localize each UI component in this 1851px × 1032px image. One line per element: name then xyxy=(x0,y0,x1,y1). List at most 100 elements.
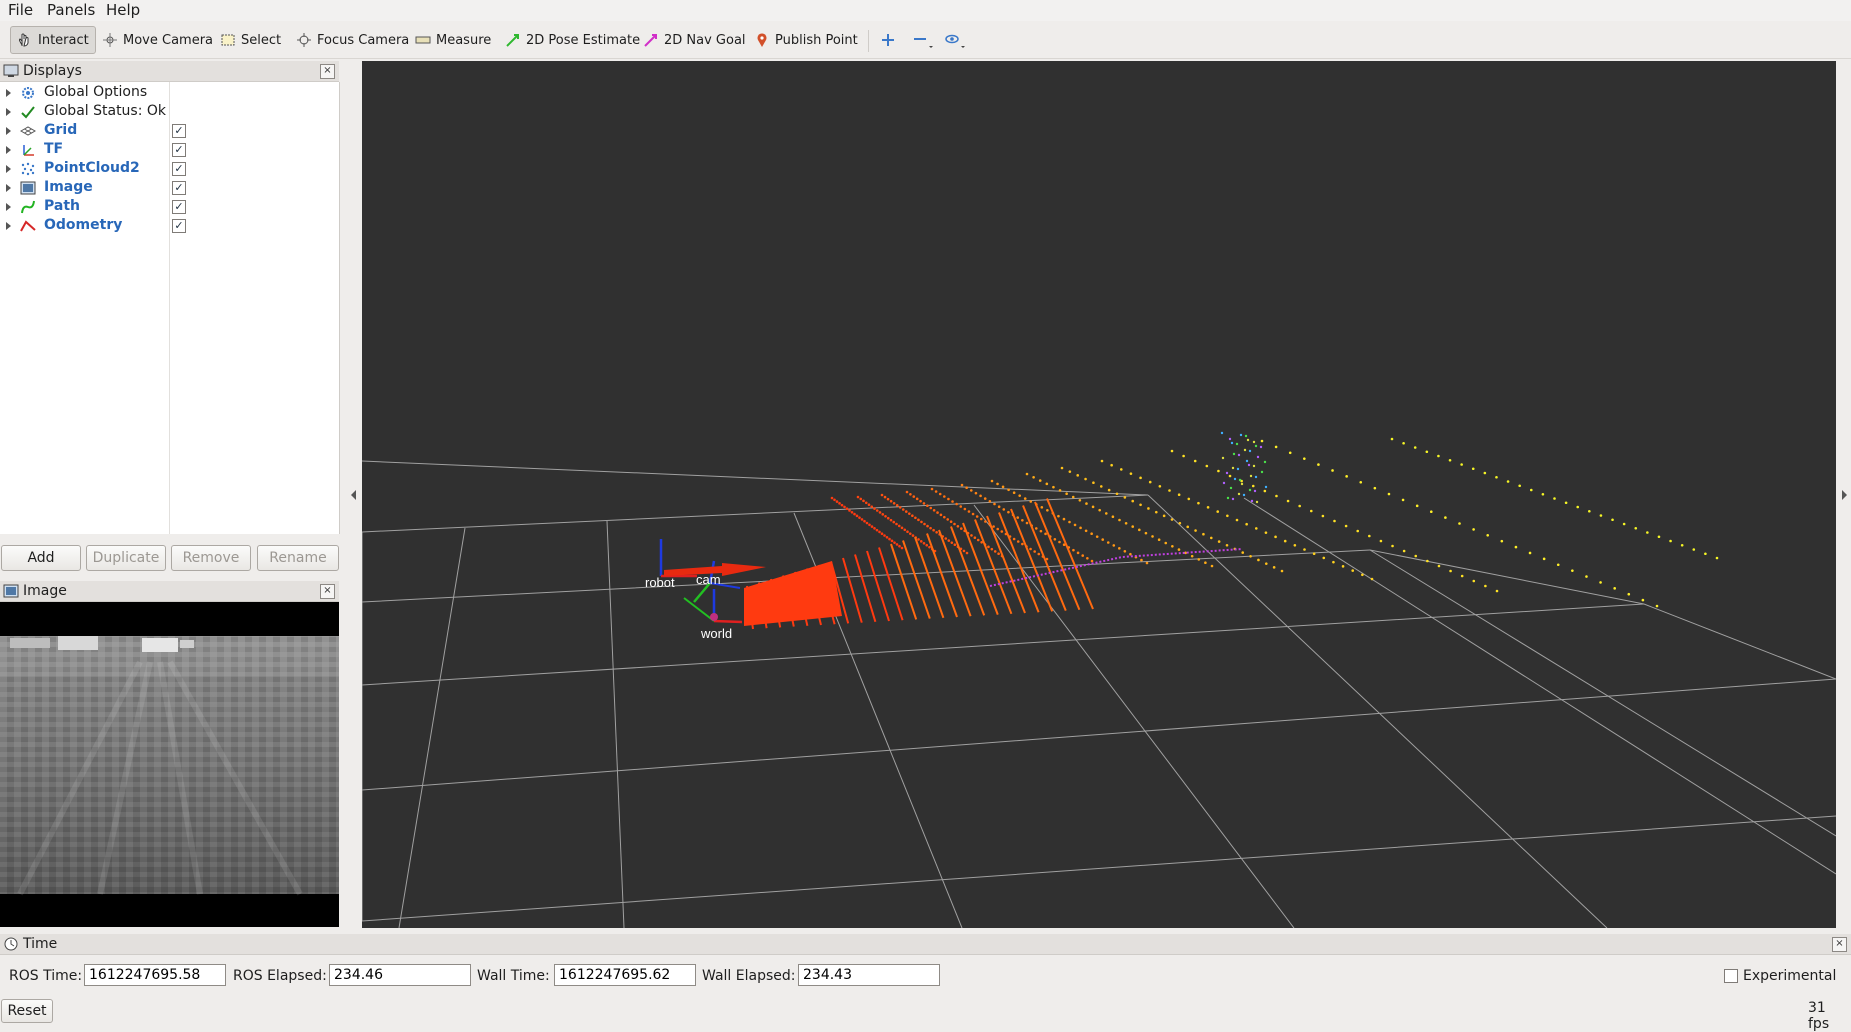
tf-icon xyxy=(23,145,34,156)
expand-arrow-icon[interactable] xyxy=(6,203,11,211)
tree-item-label: TF xyxy=(44,141,64,157)
pointcloud xyxy=(830,431,1719,608)
close-displays-button[interactable]: × xyxy=(320,64,335,79)
path-icon xyxy=(21,200,35,214)
grid-checkbox[interactable]: ✓ xyxy=(172,124,186,138)
tree-item-label: PointCloud2 xyxy=(44,160,140,176)
focus-camera-icon xyxy=(297,33,311,47)
image-checkbox[interactable]: ✓ xyxy=(172,181,186,195)
3d-scene: robot cam world xyxy=(362,431,1836,928)
hand-icon xyxy=(19,33,29,47)
tf-checkbox[interactable]: ✓ xyxy=(172,143,186,157)
left-collapse-handle[interactable] xyxy=(349,488,359,502)
path-checkbox[interactable]: ✓ xyxy=(172,200,186,214)
fps-counter: 31 fps xyxy=(1808,1000,1830,1032)
select-button[interactable]: Select xyxy=(220,28,281,52)
green-arrow-icon xyxy=(506,34,519,47)
checkmark-icon xyxy=(21,106,35,119)
move-camera-button[interactable]: Move Camera xyxy=(102,28,213,52)
menubar: File Panels Help xyxy=(0,0,1851,21)
magenta-arrow-icon xyxy=(644,34,657,47)
camera-image-view xyxy=(0,602,339,927)
duplicate-display-button[interactable]: Duplicate xyxy=(86,545,166,571)
publish-point-button[interactable]: Publish Point xyxy=(754,28,858,52)
toolbar: Interact Move Camera Select Focus Camera… xyxy=(0,22,1851,59)
wall-time-field[interactable] xyxy=(554,964,696,986)
tree-item-label: Image xyxy=(44,179,93,195)
view-options-button[interactable] xyxy=(944,28,971,52)
add-tool-button[interactable] xyxy=(880,28,901,52)
monitor-icon xyxy=(3,64,19,77)
expand-arrow-icon[interactable] xyxy=(6,89,11,97)
nav-goal-button[interactable]: 2D Nav Goal xyxy=(643,28,746,52)
odometry-icon xyxy=(20,220,36,232)
reset-button[interactable]: Reset xyxy=(1,999,53,1023)
remove-display-button[interactable]: Remove xyxy=(171,545,251,571)
menu-help[interactable]: Help xyxy=(106,1,140,19)
3d-render-view[interactable]: robot cam world xyxy=(362,61,1836,928)
close-time-panel-button[interactable]: × xyxy=(1832,937,1847,952)
measure-button[interactable]: Measure xyxy=(415,28,491,52)
toolbar-separator xyxy=(868,30,869,52)
chevron-right-icon xyxy=(1842,490,1847,500)
menu-panels[interactable]: Panels xyxy=(47,1,95,19)
time-panel-title: Time xyxy=(23,936,58,952)
tree-column-divider xyxy=(169,82,170,534)
pose-estimate-label: 2D Pose Estimate xyxy=(526,32,641,48)
tf-label-world: world xyxy=(700,626,732,641)
expand-arrow-icon[interactable] xyxy=(6,146,11,154)
pointcloud-icon xyxy=(21,162,35,176)
expand-arrow-icon[interactable] xyxy=(6,127,11,135)
camera-image xyxy=(0,636,339,896)
pose-estimate-button[interactable]: 2D Pose Estimate xyxy=(505,28,640,52)
expand-arrow-icon[interactable] xyxy=(6,108,11,116)
grid-icon xyxy=(20,126,36,136)
wall-elapsed-label: Wall Elapsed: xyxy=(702,968,796,984)
select-label: Select xyxy=(241,32,282,48)
tf-label-robot: robot xyxy=(645,575,675,590)
pointcloud2-checkbox[interactable]: ✓ xyxy=(172,162,186,176)
tree-item-label: Path xyxy=(44,198,80,214)
odometry-checkbox[interactable]: ✓ xyxy=(172,219,186,233)
tree-item-label: Odometry xyxy=(44,217,123,233)
move-camera-label: Move Camera xyxy=(123,32,214,48)
ros-elapsed-field[interactable] xyxy=(329,964,471,986)
interact-tool-button[interactable]: Interact xyxy=(10,26,96,54)
image-icon xyxy=(20,181,36,195)
ruler-icon xyxy=(415,36,431,44)
add-display-button[interactable]: Add xyxy=(1,545,81,571)
tree-item-label: Global Options xyxy=(44,84,148,100)
clock-icon xyxy=(4,937,18,951)
wall-time-label: Wall Time: xyxy=(477,968,550,984)
move-camera-icon xyxy=(103,33,117,47)
publish-point-label: Publish Point xyxy=(775,32,858,48)
ros-elapsed-label: ROS Elapsed: xyxy=(233,968,327,984)
grid-lines xyxy=(362,460,1836,928)
expand-arrow-icon[interactable] xyxy=(6,184,11,192)
nav-goal-label: 2D Nav Goal xyxy=(664,32,746,48)
remove-tool-button[interactable] xyxy=(912,28,939,52)
tf-label-cam: cam xyxy=(696,572,721,587)
focus-camera-label: Focus Camera xyxy=(317,32,410,48)
experimental-checkbox[interactable] xyxy=(1724,969,1738,983)
menu-file[interactable]: File xyxy=(8,1,33,19)
displays-panel-header: Displays × xyxy=(0,61,339,82)
close-image-panel-button[interactable]: × xyxy=(320,584,335,599)
image-panel-header: Image × xyxy=(0,581,339,602)
rename-display-button[interactable]: Rename xyxy=(257,545,339,571)
right-collapse-handle[interactable] xyxy=(1839,488,1849,502)
image-icon xyxy=(3,584,19,598)
focus-camera-button[interactable]: Focus Camera xyxy=(296,28,409,52)
expand-arrow-icon[interactable] xyxy=(6,165,11,173)
eye-icon xyxy=(945,34,965,48)
map-pin-icon xyxy=(757,33,767,47)
minus-icon xyxy=(914,38,933,48)
ros-time-label: ROS Time: xyxy=(9,968,83,984)
tree-item-label: Global Status: Ok xyxy=(44,103,167,119)
expand-arrow-icon[interactable] xyxy=(6,222,11,230)
ros-time-field[interactable] xyxy=(84,964,226,986)
experimental-label: Experimental xyxy=(1743,968,1837,984)
wall-elapsed-field[interactable] xyxy=(798,964,940,986)
displays-tree: Global Options Global Status: Ok Grid ✓ … xyxy=(0,82,340,534)
select-icon xyxy=(221,34,235,46)
